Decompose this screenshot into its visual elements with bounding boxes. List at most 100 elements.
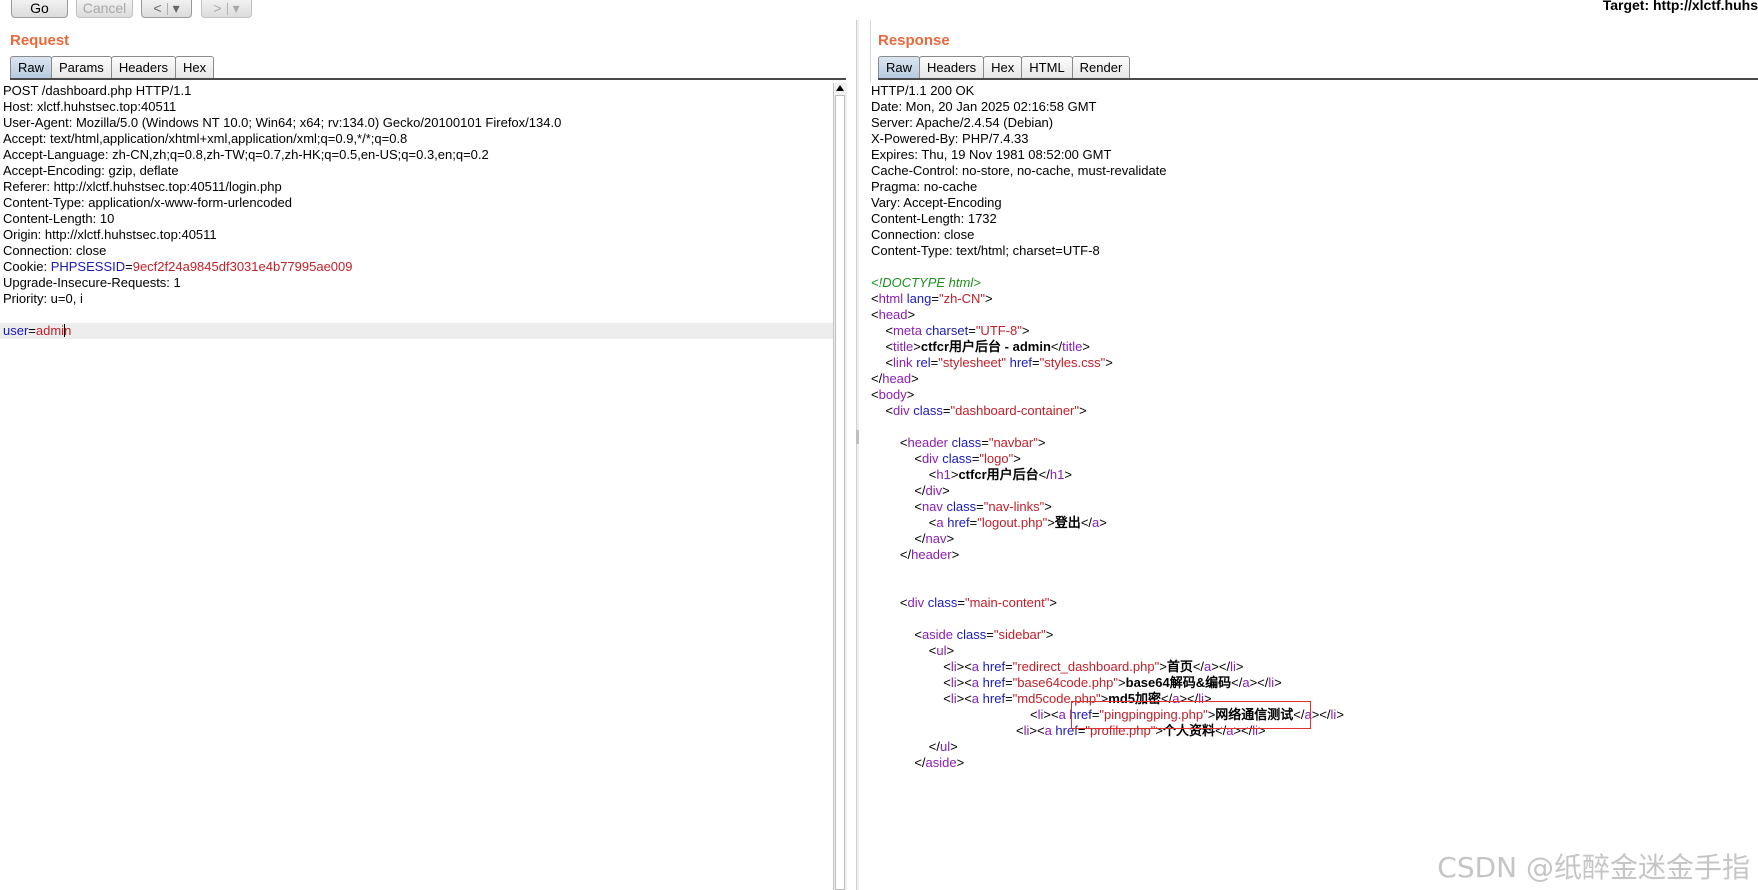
- go-button-label: Go: [30, 0, 49, 16]
- request-line: Content-Length: 10: [3, 211, 115, 226]
- response-header-line: Content-Type: text/html; charset=UTF-8: [871, 243, 1100, 258]
- response-header-line: Cache-Control: no-store, no-cache, must-…: [871, 163, 1167, 178]
- request-line: Connection: close: [3, 243, 107, 258]
- html-nav2-text: base64解码&编码: [1125, 675, 1232, 690]
- back-separator: [166, 3, 168, 16]
- response-header-line: Date: Mon, 20 Jan 2025 02:16:58 GMT: [871, 99, 1097, 114]
- response-header-line: HTTP/1.1 200 OK: [871, 83, 975, 98]
- html-source-line: <meta charset="UTF-8">: [871, 323, 1030, 338]
- request-line: Accept-Encoding: gzip, deflate: [3, 163, 179, 178]
- response-header-line: Server: Apache/2.4.54 (Debian): [871, 115, 1054, 130]
- html-source-line: <div class="main-content">: [871, 595, 1057, 610]
- request-body-line: user=admin: [3, 323, 71, 339]
- html-source-line: <aside class="sidebar">: [871, 627, 1054, 642]
- request-line: Priority: u=0, i: [3, 291, 83, 306]
- cookie-name: PHPSESSID: [50, 259, 126, 274]
- cookie-eq: =: [125, 259, 133, 274]
- request-line: Upgrade-Insecure-Requests: 1: [3, 275, 181, 290]
- response-tab-hex[interactable]: Hex: [983, 56, 1023, 78]
- response-panel-title: Response: [878, 32, 950, 49]
- html-nav1-text: 首页: [1166, 659, 1193, 674]
- request-scrollbar[interactable]: [833, 83, 847, 890]
- html-h1-line: <h1>ctfcr用户后台</h1>: [871, 467, 1072, 482]
- request-editor[interactable]: POST /dashboard.php HTTP/1.1 Host: xlctf…: [0, 83, 833, 890]
- go-button[interactable]: Go: [11, 0, 68, 18]
- cookie-line: Cookie: PHPSESSID=9ecf2f24a9845df3031e4b…: [3, 259, 353, 275]
- body-param-key: user: [3, 323, 29, 338]
- body-param-eq: =: [28, 323, 36, 338]
- response-tab-html[interactable]: HTML: [1021, 56, 1073, 78]
- response-tab-headers[interactable]: Headers: [919, 56, 985, 78]
- request-line: User-Agent: Mozilla/5.0 (Windows NT 10.0…: [3, 115, 562, 130]
- html-source-line: <link rel="stylesheet" href="styles.css"…: [871, 355, 1113, 370]
- target-label: Target: http://xlctf.huhs: [1602, 0, 1758, 13]
- cancel-button-label: Cancel: [82, 0, 127, 16]
- html-source-line: </div>: [871, 483, 950, 498]
- request-tabs: Raw Params Headers Hex: [10, 56, 215, 78]
- html-logout-line: <a href="logout.php">登出</a>: [871, 515, 1107, 530]
- watermark-text: CSDN @纸醉金迷金手指: [1437, 851, 1750, 884]
- request-line: Host: xlctf.huhstsec.top:40511: [3, 99, 177, 114]
- cookie-value: 9ecf2f24a9845df3031e4b77995ae009: [132, 259, 353, 274]
- html-source-line: <head>: [871, 307, 916, 322]
- forward-arrow-icon: >: [213, 0, 222, 16]
- response-header-line: Vary: Accept-Encoding: [871, 195, 1002, 210]
- toolbar: Go Cancel < ▾ > ▾ Target: http://xlctf.huh…: [0, 0, 1758, 20]
- request-tab-raw[interactable]: Raw: [10, 56, 53, 78]
- response-tab-raw[interactable]: Raw: [878, 56, 921, 78]
- html-nav-item-line: <li><a href="base64code.php">base64解码&编码…: [871, 675, 1282, 690]
- request-line: Referer: http://xlctf.huhstsec.top:40511…: [3, 179, 282, 194]
- response-editor[interactable]: HTTP/1.1 200 OK Date: Mon, 20 Jan 2025 0…: [868, 83, 1758, 890]
- html-source-line: </header>: [871, 547, 960, 562]
- back-button[interactable]: < ▾: [141, 0, 192, 18]
- request-line: Origin: http://xlctf.huhstsec.top:40511: [3, 227, 217, 242]
- html-source-line: </ul>: [871, 739, 958, 754]
- html-nav-item-line: <li><a href="redirect_dashboard.php">首页<…: [871, 659, 1244, 674]
- request-line: Accept-Language: zh-CN,zh;q=0.8,zh-TW;q=…: [3, 147, 489, 162]
- current-line-highlight: [0, 323, 833, 339]
- scroll-up-arrow-icon[interactable]: [836, 85, 844, 91]
- body-param-value-b: n: [64, 323, 72, 338]
- html-source-line: <div class="logo">: [871, 451, 1021, 466]
- scroll-thumb[interactable]: [835, 95, 845, 890]
- request-tab-hex[interactable]: Hex: [174, 56, 215, 78]
- response-header-line: Connection: close: [871, 227, 975, 242]
- back-arrow-icon: <: [153, 0, 162, 16]
- html-source-line: <nav class="nav-links">: [871, 499, 1052, 514]
- html-source-line: </nav>: [871, 531, 955, 546]
- html-source-line: <ul>: [871, 643, 955, 658]
- html-title-text: ctfcr用户后台 - admin: [920, 339, 1051, 354]
- response-header-line: Pragma: no-cache: [871, 179, 978, 194]
- html-source-line: <div class="dashboard-container">: [871, 403, 1087, 418]
- cancel-button[interactable]: Cancel: [76, 0, 133, 18]
- response-tab-divider: [878, 78, 1758, 80]
- html-h1-text: ctfcr用户后台: [958, 467, 1039, 482]
- request-tab-divider: [10, 78, 846, 80]
- response-header-line: Content-Length: 1732: [871, 211, 997, 226]
- cookie-prefix: Cookie:: [3, 259, 51, 274]
- request-tab-headers[interactable]: Headers: [110, 56, 176, 78]
- request-tab-params[interactable]: Params: [51, 56, 112, 78]
- html-source-line: <html lang="zh-CN">: [871, 291, 993, 306]
- html-source-line: </head>: [871, 371, 919, 386]
- request-line: Content-Type: application/x-www-form-url…: [3, 195, 293, 210]
- forward-menu-icon[interactable]: ▾: [233, 0, 240, 16]
- html-source-line: <body>: [871, 387, 915, 402]
- body-param-value-a: admi: [35, 323, 65, 338]
- html-source-line: <header class="navbar">: [871, 435, 1046, 450]
- request-line: POST /dashboard.php HTTP/1.1: [3, 83, 192, 98]
- forward-separator: [226, 3, 228, 16]
- back-menu-icon[interactable]: ▾: [173, 0, 180, 16]
- doctype-text: <!DOCTYPE html>: [871, 275, 981, 290]
- html-logout-text: 登出: [1054, 515, 1081, 530]
- forward-button[interactable]: > ▾: [201, 0, 252, 18]
- response-header-line: Expires: Thu, 19 Nov 1981 08:52:00 GMT: [871, 147, 1112, 162]
- html-doctype: <!DOCTYPE html>: [871, 275, 981, 291]
- response-tab-render[interactable]: Render: [1071, 56, 1131, 78]
- html-source-line: </aside>: [871, 755, 965, 770]
- annotation-highlight-box: [1071, 701, 1311, 729]
- response-tabs: Raw Headers Hex HTML Render: [878, 56, 1131, 78]
- response-header-line: X-Powered-By: PHP/7.4.33: [871, 131, 1029, 146]
- request-panel-title: Request: [10, 32, 70, 49]
- request-line: Accept: text/html,application/xhtml+xml,…: [3, 131, 408, 146]
